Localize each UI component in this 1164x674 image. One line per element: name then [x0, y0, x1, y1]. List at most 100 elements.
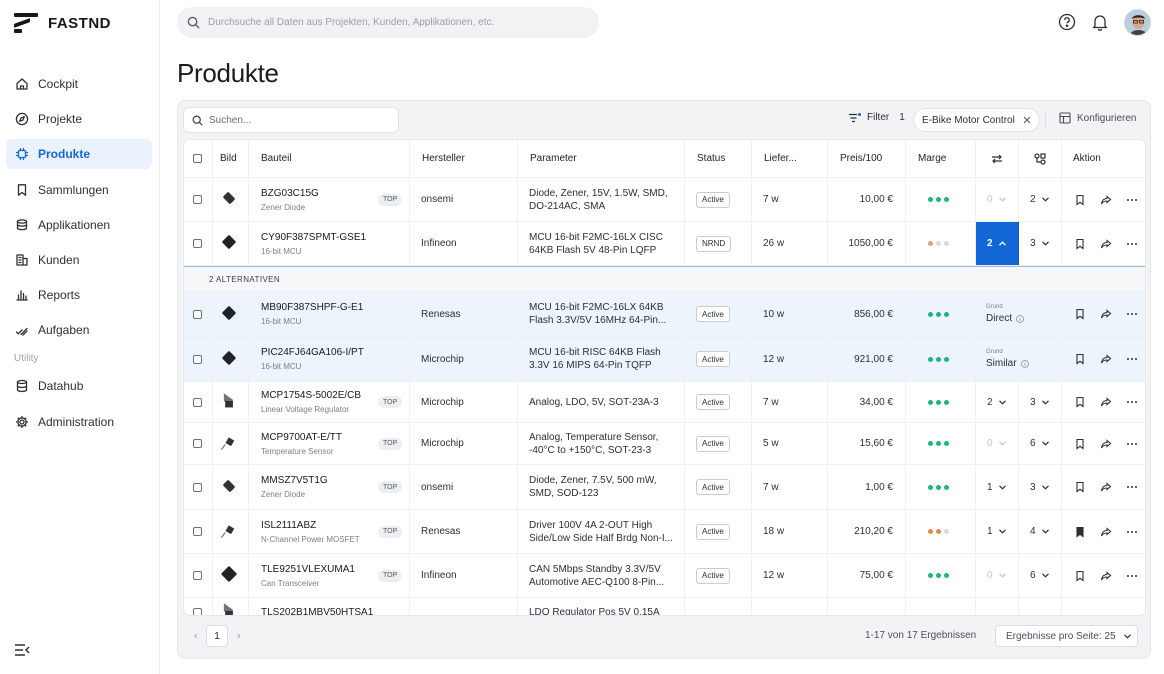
more-options-icon[interactable]	[1126, 396, 1138, 408]
sidebar-item-projekte[interactable]: Projekte	[6, 104, 152, 134]
part-number[interactable]: ISL2111ABZ	[261, 520, 360, 531]
help-icon[interactable]	[1058, 13, 1076, 31]
share-icon[interactable]	[1100, 438, 1112, 450]
similar-parts-toggle[interactable]: 3	[1030, 482, 1049, 493]
table-row[interactable]: ISL2111ABZ N-Channel Power MOSFET TOP Ren…	[184, 510, 1145, 554]
similar-parts-toggle[interactable]: 6	[1030, 570, 1049, 581]
alternatives-toggle[interactable]: 0	[987, 570, 1006, 581]
select-all-checkbox[interactable]	[193, 154, 202, 163]
table-row[interactable]: MMSZ7V5T1G Zener Diode TOP onsemi Diode, Z…	[184, 465, 1145, 510]
bookmark-icon[interactable]	[1074, 238, 1086, 250]
column-header[interactable]: Status	[685, 153, 725, 164]
more-options-icon[interactable]	[1126, 438, 1138, 450]
column-header[interactable]: Parameter	[518, 153, 577, 164]
table-row[interactable]: PIC24FJ64GA106-I/PT 16-bit MCU Microchip…	[184, 337, 1145, 382]
table-row[interactable]: MB90F387SHPF-G-E1 16-bit MCU Renesas MCU …	[184, 292, 1145, 337]
bookmark-icon[interactable]	[1074, 481, 1086, 493]
table-row[interactable]: TLS202B1MBV50HTSA1 LDO Regulator Pos 5V …	[184, 598, 1145, 615]
sidebar-item-administration[interactable]: Administration	[6, 407, 152, 437]
brand-logo[interactable]: FASTND	[14, 13, 111, 33]
more-options-icon[interactable]	[1126, 238, 1138, 250]
part-number[interactable]: MB90F387SHPF-G-E1	[261, 302, 363, 313]
alternatives-toggle[interactable]: 0	[987, 194, 1006, 205]
alternatives-toggle[interactable]: 2	[987, 238, 1006, 249]
column-header[interactable]: Hersteller	[410, 153, 465, 164]
page-size-select[interactable]: Ergebnisse pro Seite: 25	[995, 625, 1138, 647]
alternatives-toggle[interactable]: 1	[987, 526, 1006, 537]
share-icon[interactable]	[1100, 396, 1112, 408]
more-options-icon[interactable]	[1126, 194, 1138, 206]
share-icon[interactable]	[1100, 481, 1112, 493]
global-search-input[interactable]	[208, 17, 578, 28]
part-number[interactable]: PIC24FJ64GA106-I/PT	[261, 347, 364, 358]
table-row[interactable]: MCP1754S-5002E/CB Linear Voltage Regulat…	[184, 382, 1145, 423]
alternatives-toggle[interactable]: 0	[987, 438, 1006, 449]
row-checkbox[interactable]	[193, 482, 202, 492]
similar-parts-toggle[interactable]: 6	[1030, 438, 1049, 449]
table-row[interactable]: TLE9251VLEXUMA1 Can Transceiver TOP Infin…	[184, 554, 1145, 598]
sidebar-item-applikationen[interactable]: Applikationen	[6, 210, 152, 240]
next-page-icon[interactable]: ›	[237, 630, 241, 642]
row-checkbox[interactable]	[193, 195, 202, 204]
part-number[interactable]: CY90F387SPMT-GSE1	[261, 232, 366, 243]
prev-page-icon[interactable]: ‹	[194, 630, 198, 642]
part-number[interactable]: TLE9251VLEXUMA1	[261, 564, 355, 575]
similar-parts-toggle[interactable]: 4	[1030, 526, 1049, 537]
bookmark-icon[interactable]	[1074, 308, 1086, 320]
more-options-icon[interactable]	[1126, 308, 1138, 320]
row-checkbox[interactable]	[193, 309, 202, 319]
bookmark-icon[interactable]	[1074, 353, 1086, 365]
part-number[interactable]: MCP9700AT-E/TT	[261, 432, 342, 443]
bookmark-icon[interactable]	[1074, 438, 1086, 450]
column-header[interactable]: Marge	[906, 153, 946, 164]
bookmark-icon[interactable]	[1074, 526, 1086, 538]
sidebar-item-cockpit[interactable]: Cockpit	[6, 69, 152, 99]
notifications-bell-icon[interactable]	[1091, 13, 1109, 31]
share-icon[interactable]	[1100, 353, 1112, 365]
filter-chip[interactable]: E-Bike Motor Control	[913, 108, 1040, 132]
sidebar-item-kunden[interactable]: Kunden	[6, 245, 152, 275]
part-number[interactable]: TLS202B1MBV50HTSA1	[261, 607, 373, 615]
share-icon[interactable]	[1100, 526, 1112, 538]
table-search[interactable]	[183, 107, 399, 133]
share-icon[interactable]	[1100, 308, 1112, 320]
share-icon[interactable]	[1100, 570, 1112, 582]
sidebar-item-aufgaben[interactable]: Aufgaben	[6, 315, 152, 345]
alternatives-toggle[interactable]: 2	[987, 397, 1006, 408]
more-options-icon[interactable]	[1126, 353, 1138, 365]
bookmark-icon[interactable]	[1074, 194, 1086, 206]
row-checkbox[interactable]	[193, 527, 202, 536]
info-icon[interactable]	[1016, 314, 1025, 323]
sidebar-item-produkte[interactable]: Produkte	[6, 139, 152, 170]
share-icon[interactable]	[1100, 194, 1112, 206]
row-checkbox[interactable]	[193, 354, 202, 364]
similar-parts-column-icon[interactable]	[1034, 152, 1047, 165]
share-icon[interactable]	[1100, 238, 1112, 250]
column-header[interactable]: Preis/100	[828, 153, 882, 164]
more-options-icon[interactable]	[1126, 526, 1138, 538]
column-header[interactable]: Liefer...	[752, 153, 797, 164]
table-search-input[interactable]	[209, 114, 389, 126]
row-checkbox[interactable]	[193, 571, 202, 580]
configure-button[interactable]: Konfigurieren	[1059, 112, 1136, 124]
part-number[interactable]: MCP1754S-5002E/CB	[261, 390, 361, 401]
global-search[interactable]	[177, 7, 599, 38]
similar-parts-toggle[interactable]: 2	[1030, 194, 1049, 205]
collapse-sidebar-icon[interactable]	[14, 643, 30, 657]
close-icon[interactable]	[1023, 116, 1031, 124]
part-number[interactable]: MMSZ7V5T1G	[261, 475, 328, 486]
info-icon[interactable]	[1020, 359, 1029, 368]
similar-parts-toggle[interactable]: 3	[1030, 238, 1049, 249]
alternatives-column-icon[interactable]	[991, 154, 1003, 164]
row-checkbox[interactable]	[193, 239, 202, 248]
alternatives-toggle[interactable]: 1	[987, 482, 1006, 493]
row-checkbox[interactable]	[193, 608, 202, 615]
table-row[interactable]: MCP9700AT-E/TT Temperature Sensor TOP Mic…	[184, 423, 1145, 465]
more-options-icon[interactable]	[1126, 570, 1138, 582]
user-avatar[interactable]	[1124, 9, 1151, 36]
table-row[interactable]: CY90F387SPMT-GSE1 16-bit MCU Infineon MCU…	[184, 222, 1145, 266]
sidebar-item-datahub[interactable]: Datahub	[6, 371, 152, 401]
row-checkbox[interactable]	[193, 397, 202, 407]
filter-button[interactable]: Filter 1	[849, 112, 905, 123]
similar-parts-toggle[interactable]: 3	[1030, 397, 1049, 408]
